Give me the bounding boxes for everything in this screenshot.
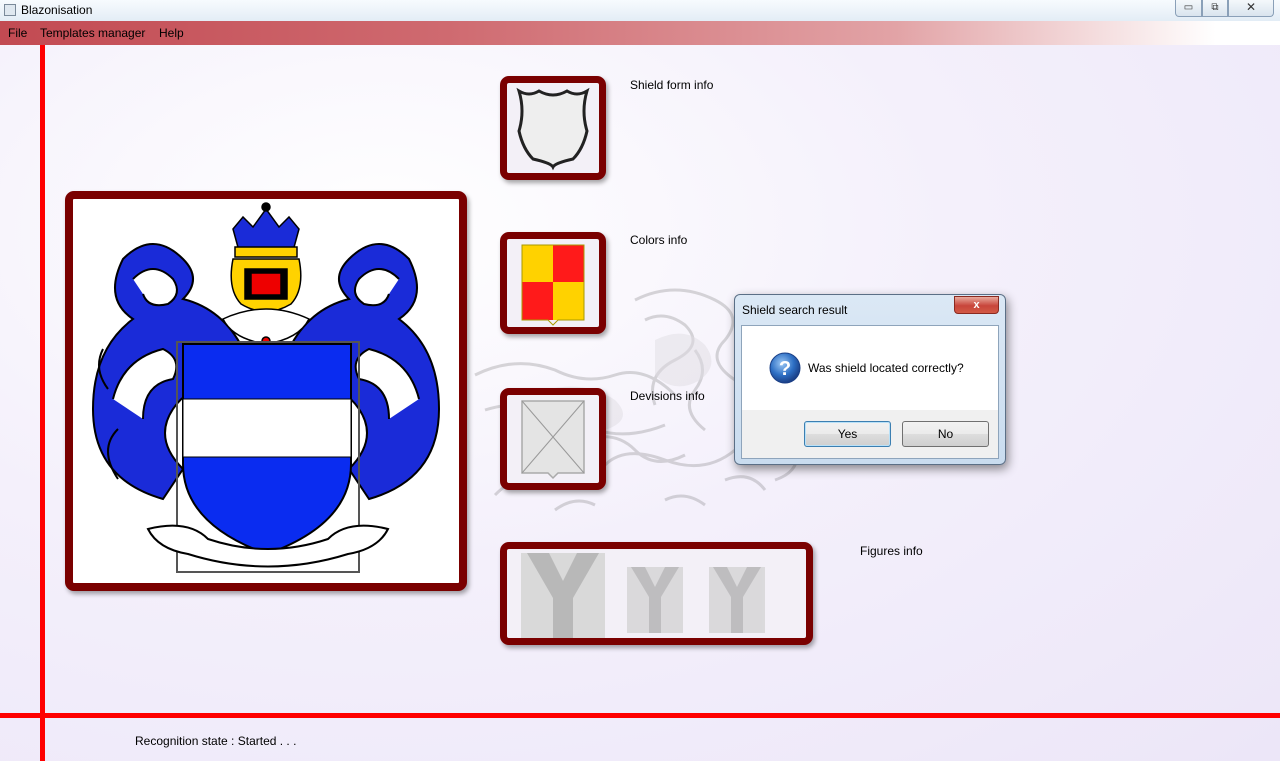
colors-label: Colors info <box>630 233 688 247</box>
dialog-body: ? Was shield located correctly? Yes No <box>741 325 999 459</box>
recognition-status: Recognition state : Started . . . <box>135 734 297 748</box>
figures-frame <box>500 542 813 645</box>
horizontal-divider <box>0 713 1280 718</box>
shield-form-label: Shield form info <box>630 78 714 92</box>
title-bar: Blazonisation ▭ ⧉ ✕ <box>0 0 1280 21</box>
vertical-divider <box>40 45 45 761</box>
window-title: Blazonisation <box>21 3 93 17</box>
devisions-label: Devisions info <box>630 389 705 403</box>
dialog-close-button[interactable]: x <box>954 296 999 314</box>
figures-label: Figures info <box>860 544 923 558</box>
yes-button[interactable]: Yes <box>804 421 891 447</box>
no-button[interactable]: No <box>902 421 989 447</box>
maximize-button[interactable]: ⧉ <box>1202 0 1228 17</box>
app-icon <box>4 4 16 16</box>
dialog-content: ? Was shield located correctly? <box>742 326 998 410</box>
svg-text:?: ? <box>779 358 791 380</box>
minimize-button[interactable]: ▭ <box>1175 0 1202 17</box>
colors-image <box>521 244 585 326</box>
dialog-message: Was shield located correctly? <box>808 361 964 375</box>
devisions-image <box>521 400 585 480</box>
dialog-title: Shield search result <box>742 303 848 317</box>
close-button[interactable]: ✕ <box>1228 0 1274 17</box>
colors-frame <box>500 232 606 334</box>
menu-file[interactable]: File <box>8 26 27 40</box>
menu-bar: File Templates manager Help <box>0 21 1280 45</box>
devisions-frame <box>500 388 606 490</box>
shield-search-dialog: Shield search result x ? Was shield loca… <box>734 294 1006 465</box>
figures-image <box>521 553 765 638</box>
shield-form-image <box>516 87 590 171</box>
coat-of-arms-frame <box>65 191 467 591</box>
shield-form-frame <box>500 76 606 180</box>
coat-of-arms-image <box>91 202 441 573</box>
menu-templates-manager[interactable]: Templates manager <box>40 26 145 40</box>
question-icon: ? <box>769 352 801 384</box>
menu-help[interactable]: Help <box>159 26 184 40</box>
